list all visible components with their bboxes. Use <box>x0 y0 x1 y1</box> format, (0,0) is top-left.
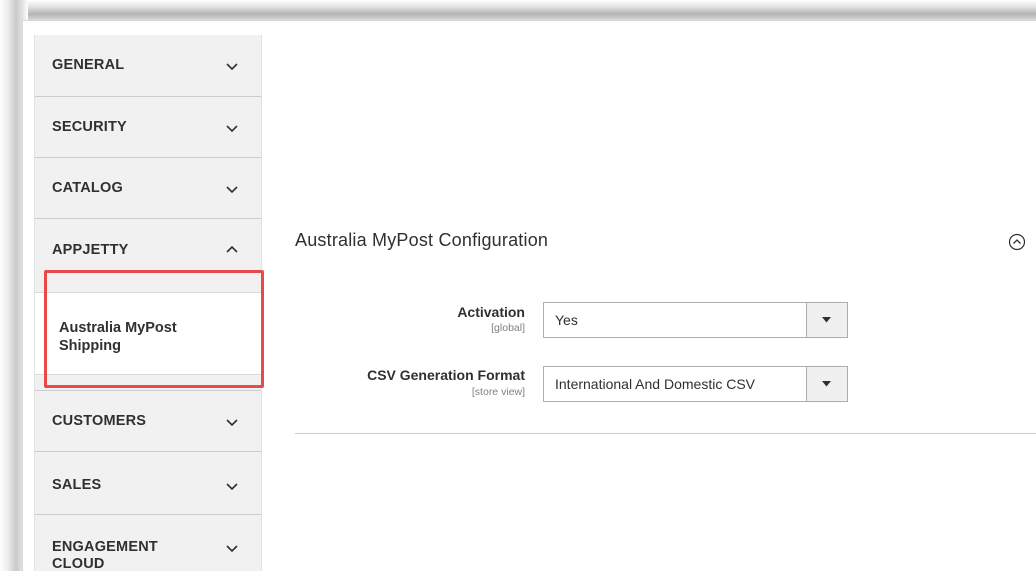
activation-scope: [global] <box>491 322 525 334</box>
section-title[interactable]: Australia MyPost Configuration <box>295 230 548 251</box>
sidebar-item-label: SECURITY <box>52 119 127 135</box>
select-arrow <box>806 303 847 337</box>
csv-format-scope: [store view] <box>471 386 525 398</box>
sidebar-item-sales[interactable]: SALES <box>35 451 261 514</box>
activation-select-value: Yes <box>555 312 578 328</box>
sidebar-item-label: CUSTOMERS <box>52 413 147 429</box>
caret-down-icon <box>822 317 831 323</box>
csv-format-select-value: International And Domestic CSV <box>555 376 755 392</box>
caret-down-icon <box>822 381 831 387</box>
activation-select[interactable]: Yes <box>543 302 848 338</box>
sidebar-item-customers[interactable]: CUSTOMERS <box>35 390 261 451</box>
select-arrow <box>806 367 847 401</box>
sidebar-item-label: SALES <box>52 477 102 493</box>
csv-format-select[interactable]: International And Domestic CSV <box>543 366 848 402</box>
chevron-down-icon <box>225 185 239 195</box>
sidebar-item-label: APPJETTY <box>52 242 129 258</box>
sidebar-item-security[interactable]: SECURITY <box>35 96 261 157</box>
sidebar-item-catalog[interactable]: CATALOG <box>35 157 261 218</box>
section-divider <box>295 433 1036 434</box>
chevron-down-icon <box>225 124 239 134</box>
chevron-down-icon <box>225 544 239 554</box>
chevron-down-icon <box>225 418 239 428</box>
chevron-down-icon <box>225 482 239 492</box>
sidebar-item-label: CATALOG <box>52 180 123 196</box>
sidebar-item-label: ENGAGEMENT CLOUD <box>52 539 158 572</box>
chevron-up-icon <box>225 245 239 255</box>
activation-label: Activation <box>457 304 525 320</box>
sidebar-item-general[interactable]: GENERAL <box>35 35 261 96</box>
circle-chevron-up-icon[interactable] <box>1008 233 1026 251</box>
sidebar-item-label: GENERAL <box>52 57 125 73</box>
sidebar-item-engagement-cloud[interactable]: ENGAGEMENT CLOUD <box>35 514 261 572</box>
highlight-box <box>44 270 264 388</box>
csv-format-label: CSV Generation Format <box>367 367 525 383</box>
chevron-down-icon <box>225 62 239 72</box>
